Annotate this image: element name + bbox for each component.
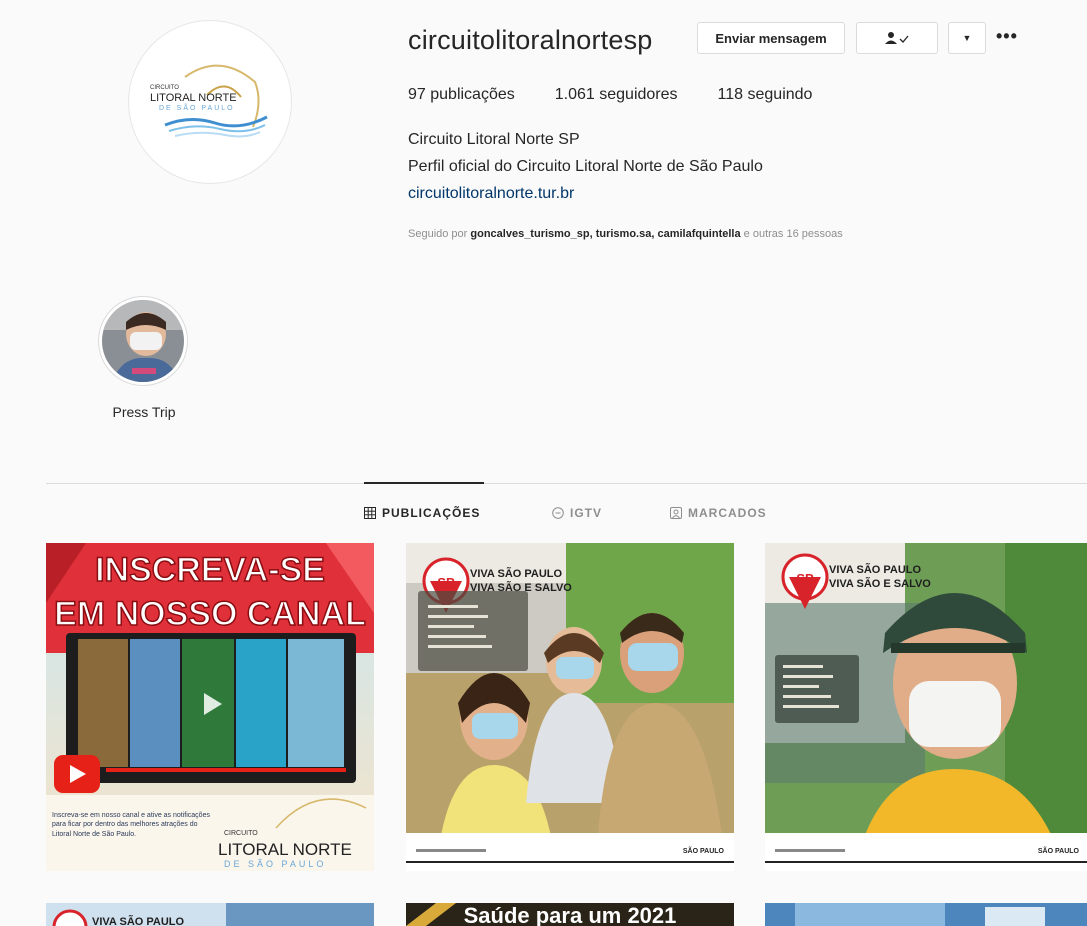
highlight-thumbnail — [102, 300, 184, 382]
triangle-down-icon: ▼ — [962, 33, 972, 43]
posts-count: 97 publicações — [408, 86, 515, 103]
svg-text:EM NOSSO CANAL: EM NOSSO CANAL — [54, 595, 366, 633]
svg-text:CIRCUITO: CIRCUITO — [150, 85, 179, 91]
post-thumbnail-row2-1[interactable]: VIVA SÃO PAULO — [46, 903, 374, 926]
post-caption-text: Inscreva-se em nosso canal e ative as no… — [52, 812, 210, 838]
tab-igtv[interactable]: IGTV — [552, 506, 602, 520]
profile-avatar[interactable]: CIRCUITO LITORAL NORTE DE SÃO PAULO — [128, 20, 292, 184]
svg-text:VIVA SÃO E SALVO: VIVA SÃO E SALVO — [829, 577, 931, 590]
circuito-logo: CIRCUITO LITORAL NORTE DE SÃO PAULO — [150, 64, 268, 138]
post-image: Saúde para um 2021 — [406, 903, 734, 926]
following-count[interactable]: 118 seguindo — [718, 86, 813, 104]
svg-text:DE SÃO PAULO: DE SÃO PAULO — [159, 103, 235, 112]
svg-text:VIVA SÃO PAULO: VIVA SÃO PAULO — [829, 563, 922, 576]
followers-count[interactable]: 1.061 seguidores — [555, 86, 678, 104]
post-image: VIVA SÃO PAULO — [46, 903, 374, 926]
person-check-icon — [885, 32, 909, 44]
svg-text:INSCREVA-SE: INSCREVA-SE — [95, 551, 325, 589]
more-dots-icon[interactable]: ••• — [996, 26, 1018, 47]
svg-text:SÃO PAULO: SÃO PAULO — [1038, 846, 1080, 855]
grid-icon — [364, 507, 376, 519]
svg-text:VIVA SÃO PAULO: VIVA SÃO PAULO — [470, 567, 563, 580]
post-thumbnail-row2-3[interactable] — [765, 903, 1087, 926]
post-image — [765, 903, 1087, 926]
profile-stats: 97 publicações 1.061 seguidores 118 segu… — [408, 86, 812, 104]
tagged-icon — [670, 507, 682, 519]
post-thumbnail-man[interactable]: SP VIVA SÃO PAULO VIVA SÃO E SALVO SÃO P… — [765, 543, 1087, 871]
following-button[interactable] — [856, 22, 938, 54]
svg-text:LITORAL NORTE: LITORAL NORTE — [218, 840, 352, 859]
svg-text:VIVA SÃO PAULO: VIVA SÃO PAULO — [92, 915, 185, 926]
profile-bio: Perfil oficial do Circuito Litoral Norte… — [408, 158, 763, 175]
profile-website-link[interactable]: circuitolitoralnorte.tur.br — [408, 185, 574, 203]
post-image: INSCREVA-SE EM NOSSO CANAL Inscreva-se e… — [46, 543, 374, 871]
tab-marcados[interactable]: MARCADOS — [670, 506, 767, 520]
profile-username: circuitolitoralnortesp — [408, 25, 653, 55]
post-thumbnail-youtube[interactable]: INSCREVA-SE EM NOSSO CANAL Inscreva-se e… — [46, 543, 374, 871]
igtv-icon — [552, 507, 564, 519]
followed-by-text[interactable]: Seguido por goncalves_turismo_sp, turism… — [408, 228, 843, 240]
tabs-divider — [46, 483, 1087, 484]
post-image: SP VIVA SÃO PAULO VIVA SÃO E SALVO SÃO P… — [406, 543, 734, 871]
highlight-label: Press Trip — [112, 404, 176, 420]
profile-full-name: Circuito Litoral Norte SP — [408, 131, 580, 148]
suggestions-dropdown-button[interactable]: ▼ — [948, 22, 986, 54]
active-tab-indicator — [364, 482, 484, 484]
tab-publicacoes[interactable]: PUBLICAÇÕES — [364, 506, 480, 520]
svg-text:CIRCUITO: CIRCUITO — [224, 830, 258, 837]
svg-text:LITORAL NORTE: LITORAL NORTE — [150, 92, 237, 104]
highlight-press-trip[interactable] — [98, 296, 188, 386]
svg-text:SÃO PAULO: SÃO PAULO — [683, 846, 725, 855]
svg-text:SP: SP — [437, 575, 455, 590]
post-thumbnail-row2-2[interactable]: Saúde para um 2021 — [406, 903, 734, 926]
svg-text:DE SÃO PAULO: DE SÃO PAULO — [224, 859, 326, 869]
svg-text:Saúde para um 2021: Saúde para um 2021 — [464, 903, 677, 926]
svg-text:SP: SP — [796, 571, 814, 586]
post-image: SP VIVA SÃO PAULO VIVA SÃO E SALVO SÃO P… — [765, 543, 1087, 871]
send-message-button[interactable]: Enviar mensagem — [697, 22, 845, 54]
post-thumbnail-family[interactable]: SP VIVA SÃO PAULO VIVA SÃO E SALVO SÃO P… — [406, 543, 734, 871]
